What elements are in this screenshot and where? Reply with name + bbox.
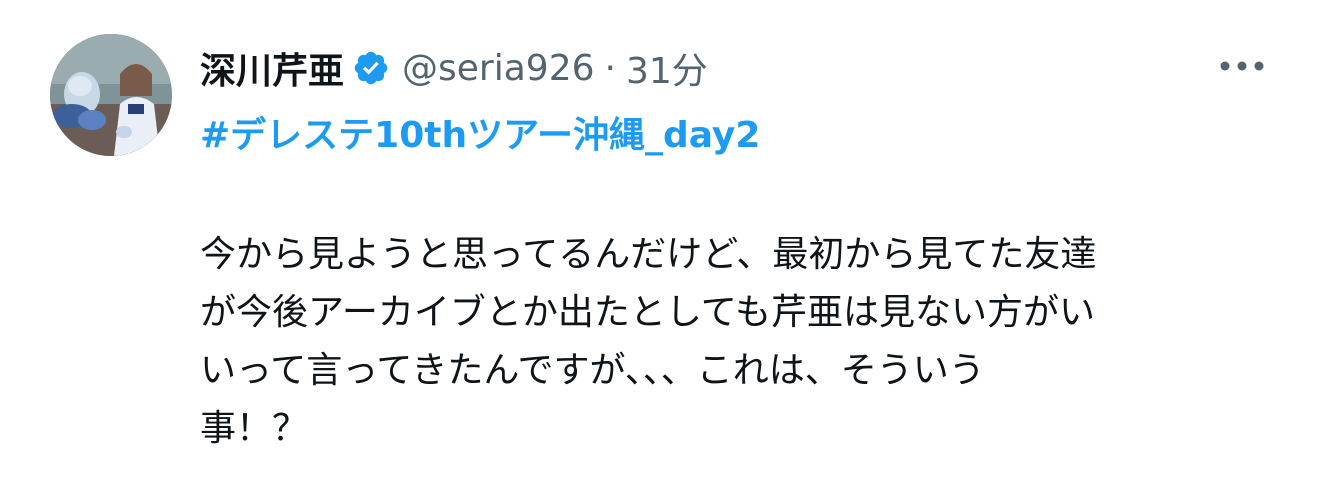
hashtag-link[interactable]: #デレステ10thツアー沖縄_day2 [200,106,760,158]
tweet-text-line: 今から見ようと思ってるんだけど、最初から見てた友達 [200,234,1097,275]
more-horizontal-icon [1220,61,1264,71]
author-display-name[interactable]: 深川芹亜 [200,42,344,94]
tweet-card[interactable]: 深川芹亜 @seria926 · 31分 #デレステ10thツアー沖縄_day2… [0,0,1320,483]
more-options-button[interactable] [1212,48,1272,84]
tweet-text-line: が今後アーカイブとか出たとしても芹亜は見ない方がい [200,292,1095,333]
author-avatar[interactable] [50,34,172,156]
avatar-photo-icon [50,34,172,156]
author-handle[interactable]: @seria926 [402,48,594,89]
tweet-timestamp[interactable]: 31分 [626,42,708,94]
tweet-text-line: いって言ってきたんですが、、、これは、そういう [200,350,985,391]
tweet-header: 深川芹亜 @seria926 · 31分 [200,38,708,98]
tweet-text: 今から見ようと思ってるんだけど、最初から見てた友達 が今後アーカイブとか出たとし… [200,226,1260,458]
header-separator: · [604,47,616,89]
verified-badge-icon [352,49,390,87]
tweet-text-line: 事！？ [200,408,309,449]
